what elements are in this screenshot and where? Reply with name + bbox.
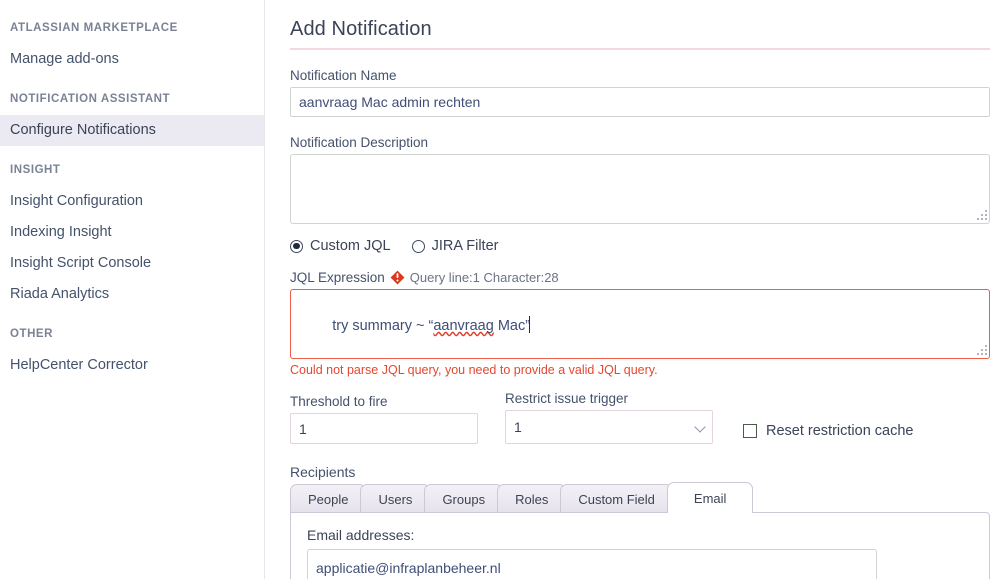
recipients-label: Recipients (290, 464, 356, 480)
sidebar-item-indexing-insight[interactable]: Indexing Insight (0, 217, 264, 248)
sidebar-item-riada-analytics[interactable]: Riada Analytics (0, 279, 264, 310)
reset-restriction-cache-field: Reset restriction cache (743, 423, 913, 444)
threshold-input[interactable] (290, 413, 478, 444)
sidebar-item-manage-add-ons[interactable]: Manage add-ons (0, 44, 264, 75)
email-addresses-input[interactable] (307, 549, 877, 579)
tab-roles[interactable]: Roles (497, 484, 567, 513)
admin-sidebar: ATLASSIAN MARKETPLACE Manage add-ons NOT… (0, 0, 265, 579)
sidebar-item-insight-configuration[interactable]: Insight Configuration (0, 186, 264, 217)
restrict-issue-trigger-field: Restrict issue trigger 1 (505, 391, 715, 444)
sidebar-section-marketplace: ATLASSIAN MARKETPLACE Manage add-ons (0, 22, 264, 75)
tab-custom-field[interactable]: Custom Field (560, 484, 673, 513)
recipients-tabs: People Users Groups Roles Custom Field E… (290, 482, 990, 513)
restrict-issue-trigger-label: Restrict issue trigger (505, 391, 629, 406)
threshold-label: Threshold to fire (290, 394, 388, 409)
reset-restriction-cache-checkbox[interactable] (743, 424, 757, 438)
tab-people[interactable]: People (290, 484, 367, 513)
sidebar-section-title-notification-assistant: NOTIFICATION ASSISTANT (10, 93, 171, 105)
sidebar-section-title-marketplace: ATLASSIAN MARKETPLACE (10, 22, 178, 34)
add-notification-form: Add Notification Notification Name Notif… (265, 0, 998, 579)
sidebar-section-title-other: OTHER (10, 328, 53, 340)
jql-expression-label-row: JQL Expression Query line:1 Character:28 (290, 270, 990, 285)
sidebar-section-title-insight: INSIGHT (10, 164, 61, 176)
sidebar-section-insight: INSIGHT Insight Configuration Indexing I… (0, 164, 264, 310)
jql-expression-textarea[interactable]: try summary ~ “aanvraag Mac” (290, 289, 990, 359)
email-addresses-label: Email addresses: (307, 527, 415, 543)
sidebar-item-insight-script-console[interactable]: Insight Script Console (0, 248, 264, 279)
tab-email[interactable]: Email (666, 482, 754, 513)
tab-users[interactable]: Users (360, 484, 431, 513)
page-title: Add Notification (290, 18, 990, 50)
radio-jira-filter[interactable] (411, 239, 425, 253)
sidebar-item-helpcenter-corrector[interactable]: HelpCenter Corrector (0, 350, 264, 381)
sidebar-section-notification-assistant: NOTIFICATION ASSISTANT Configure Notific… (0, 93, 264, 146)
jql-text-suffix: Mac” (493, 318, 531, 334)
sidebar-item-configure-notifications[interactable]: Configure Notifications (0, 115, 264, 146)
query-type-radio-group: Custom JQL JIRA Filter (290, 238, 990, 254)
radio-jira-filter-label: JIRA Filter (431, 238, 499, 254)
text-caret (529, 316, 531, 333)
trigger-settings-row: Threshold to fire Restrict issue trigger… (290, 391, 990, 444)
notification-description-textarea[interactable] (290, 154, 990, 224)
jql-expression-label: JQL Expression (290, 270, 385, 285)
jql-text-misspelled: aanvraag (433, 318, 494, 334)
notification-description-wrap (290, 154, 990, 224)
threshold-field: Threshold to fire (290, 394, 480, 444)
reset-restriction-cache-label: Reset restriction cache (766, 423, 914, 439)
notification-name-label: Notification Name (290, 68, 397, 83)
jql-expression-wrap: try summary ~ “aanvraag Mac” (290, 289, 990, 359)
restrict-issue-trigger-select[interactable]: 1 (505, 410, 713, 444)
jql-text-prefix: try summary ~ “ (332, 318, 434, 334)
error-diamond-icon (390, 270, 405, 285)
notification-name-input[interactable] (290, 87, 990, 117)
notification-description-label: Notification Description (290, 135, 429, 150)
recipients-panel-email: Email addresses: (290, 512, 990, 579)
radio-custom-jql[interactable] (290, 239, 303, 253)
jql-error-position: Query line:1 Character:28 (409, 270, 559, 285)
sidebar-section-other: OTHER HelpCenter Corrector (0, 328, 264, 381)
radio-custom-jql-label: Custom JQL (310, 238, 391, 254)
tab-groups[interactable]: Groups (424, 484, 504, 513)
restrict-issue-trigger-select-wrap: 1 (505, 410, 713, 444)
jql-error-message: Could not parse JQL query, you need to p… (290, 363, 658, 377)
admin-page: ATLASSIAN MARKETPLACE Manage add-ons NOT… (0, 0, 998, 579)
